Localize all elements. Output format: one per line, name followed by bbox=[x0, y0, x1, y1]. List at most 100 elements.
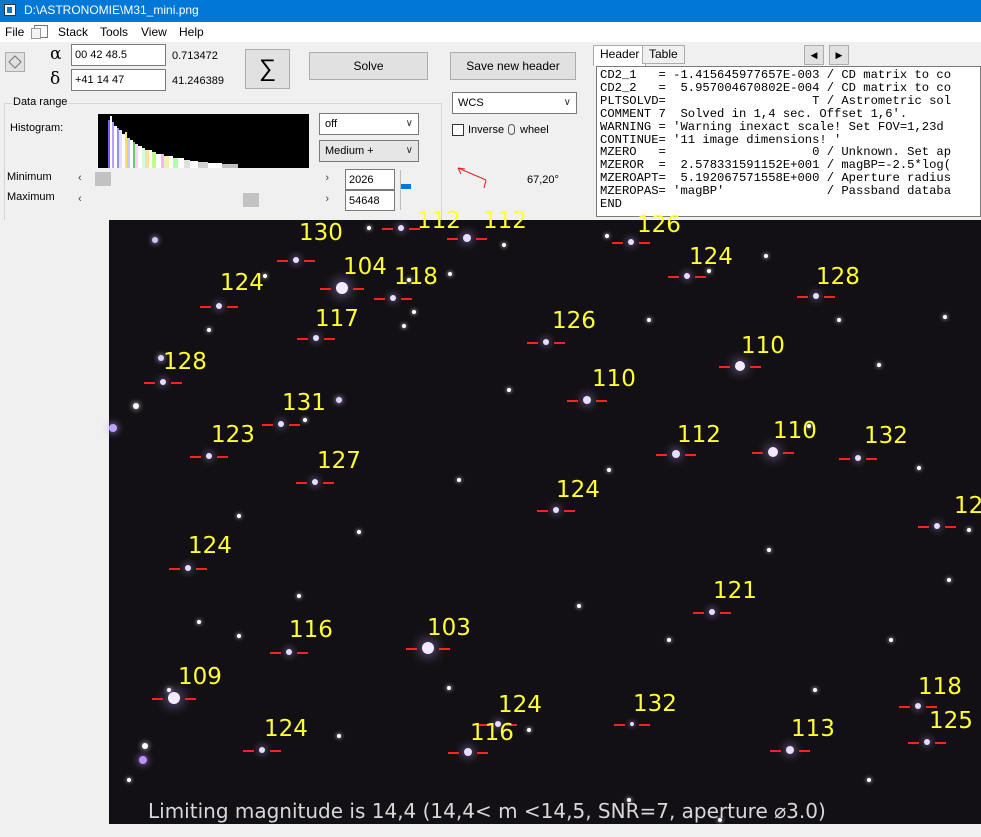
header-line: WARNING = 'Warning inexact scale! Set FO… bbox=[600, 119, 944, 134]
star bbox=[152, 237, 158, 243]
magnitude-marker bbox=[296, 482, 307, 484]
magnitude-marker bbox=[752, 452, 763, 454]
minimum-slider[interactable]: ‹ › bbox=[75, 172, 334, 186]
magnitude-marker bbox=[720, 612, 731, 614]
magnitude-marker bbox=[596, 400, 607, 402]
star bbox=[553, 507, 559, 513]
tab-table[interactable]: Table bbox=[642, 45, 685, 64]
star bbox=[943, 315, 947, 319]
magnitude-label: 112 bbox=[677, 422, 721, 448]
magnitude-label: 124 bbox=[556, 477, 600, 503]
compass-button[interactable] bbox=[5, 52, 25, 72]
magnitude-label: 117 bbox=[315, 306, 359, 332]
magnitude-marker bbox=[320, 288, 331, 290]
star bbox=[293, 257, 299, 263]
star bbox=[398, 225, 404, 231]
magnitude-label: 103 bbox=[427, 615, 471, 641]
star bbox=[667, 638, 671, 642]
magnitude-marker bbox=[169, 568, 180, 570]
magnitude-marker bbox=[190, 456, 201, 458]
magnitude-marker bbox=[217, 456, 228, 458]
header-table-tabs: Header Table ◀ ▶ CD2_1 = -1.415645977657… bbox=[590, 45, 981, 220]
tab-prev-button[interactable]: ◀ bbox=[804, 45, 824, 65]
star bbox=[422, 642, 434, 654]
star bbox=[160, 379, 166, 385]
star bbox=[786, 746, 794, 754]
star bbox=[447, 686, 451, 690]
magnitude-label: 118 bbox=[918, 674, 962, 700]
star bbox=[507, 388, 511, 392]
star bbox=[837, 318, 841, 322]
magnitude-marker bbox=[693, 612, 704, 614]
star bbox=[216, 303, 222, 309]
range-spinner[interactable] bbox=[399, 170, 411, 210]
image-viewer[interactable]: 112 112 126 130 104 118 124 124 128 117 126 128 110 1… bbox=[0, 210, 981, 837]
magnitude-marker bbox=[289, 424, 300, 426]
wcs-select[interactable]: WCS ∨ bbox=[452, 92, 577, 114]
menu-stack[interactable]: Stack bbox=[58, 25, 88, 39]
star bbox=[735, 361, 745, 371]
chevron-down-icon: ∨ bbox=[405, 145, 413, 156]
histogram-mode-select[interactable]: off ∨ bbox=[319, 113, 419, 135]
star bbox=[207, 328, 211, 332]
magnitude-marker bbox=[297, 652, 308, 654]
star bbox=[813, 293, 819, 299]
header-line: PLTSOLVD= T / Astrometric sol bbox=[600, 93, 952, 108]
solve-button[interactable]: Solve bbox=[309, 52, 428, 80]
star bbox=[297, 594, 301, 598]
sigma-button[interactable]: ∑ bbox=[245, 49, 290, 89]
magnitude-marker bbox=[447, 238, 458, 240]
level-select[interactable]: Medium + ∨ bbox=[319, 140, 419, 162]
magnitude-marker bbox=[439, 648, 450, 650]
scroll-left-icon[interactable]: ‹ bbox=[78, 193, 82, 205]
magnitude-label: 130 bbox=[299, 220, 343, 246]
maximum-slider-thumb[interactable] bbox=[243, 193, 260, 207]
maximum-slider[interactable]: ‹ › bbox=[75, 193, 334, 207]
minimum-input[interactable]: 2026 bbox=[345, 169, 395, 190]
star bbox=[917, 466, 921, 470]
inverse-wheel-checkbox[interactable] bbox=[452, 124, 464, 136]
rotation-angle: 67,20° bbox=[527, 174, 559, 186]
save-header-button[interactable]: Save new header bbox=[450, 52, 576, 80]
star bbox=[934, 523, 940, 529]
title-bar: D:\ASTRONOMIE\M31_mini.png bbox=[0, 0, 981, 22]
magnitude-marker bbox=[448, 752, 459, 754]
dec-input[interactable]: +41 14 47 bbox=[71, 69, 166, 91]
star bbox=[855, 455, 861, 461]
maximum-label: Maximum bbox=[7, 191, 55, 203]
magnitude-label: 125 bbox=[929, 708, 973, 734]
menu-view[interactable]: View bbox=[141, 25, 167, 39]
chevron-down-icon: ∨ bbox=[563, 97, 571, 108]
magnitude-marker bbox=[152, 698, 163, 700]
delta-symbol: δ bbox=[50, 69, 61, 89]
tab-header[interactable]: Header bbox=[593, 45, 647, 66]
inverse-label: Inverse bbox=[468, 124, 505, 136]
star bbox=[197, 620, 201, 624]
chevron-down-icon: ∨ bbox=[405, 118, 413, 129]
scroll-left-icon[interactable]: ‹ bbox=[78, 172, 82, 184]
scroll-right-icon[interactable]: › bbox=[325, 172, 329, 184]
magnitude-label: 124 bbox=[264, 716, 308, 742]
fits-header-memo[interactable]: CD2_1 = -1.415645977657E-003 / CD matrix… bbox=[596, 66, 981, 217]
magnitude-label: 124 bbox=[188, 533, 232, 559]
ra-input[interactable]: 00 42 48.5 bbox=[71, 44, 166, 66]
star bbox=[337, 734, 341, 738]
limiting-magnitude-caption: Limiting magnitude is 14,4 (14,4< m <14,… bbox=[148, 799, 826, 823]
menu-help[interactable]: Help bbox=[179, 25, 204, 39]
magnitude-marker bbox=[799, 750, 810, 752]
minimum-slider-thumb[interactable] bbox=[95, 172, 111, 186]
tab-next-button[interactable]: ▶ bbox=[829, 45, 849, 65]
magnitude-label: 127 bbox=[317, 448, 361, 474]
maximum-input[interactable]: 54648 bbox=[345, 190, 395, 211]
magnitude-marker bbox=[899, 706, 910, 708]
star bbox=[672, 450, 680, 458]
menu-tools[interactable]: Tools bbox=[100, 25, 128, 39]
star bbox=[605, 234, 609, 238]
magnitude-label: 110 bbox=[592, 366, 636, 392]
star-field-image[interactable]: 112 112 126 130 104 118 124 124 128 117 126 128 110 1… bbox=[109, 210, 981, 824]
menu-file[interactable]: File bbox=[5, 25, 24, 39]
scroll-right-icon[interactable]: › bbox=[325, 193, 329, 205]
star bbox=[259, 747, 265, 753]
magnitude-label: 110 bbox=[741, 333, 785, 359]
magnitude-marker bbox=[866, 458, 877, 460]
